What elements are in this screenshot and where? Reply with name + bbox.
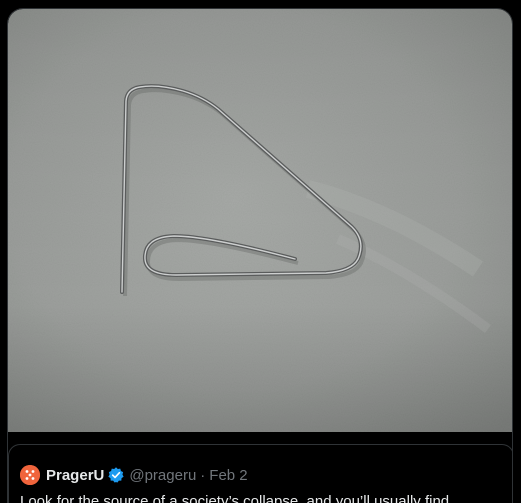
prageru-logo-icon (20, 465, 40, 485)
post-photo[interactable] (8, 9, 512, 432)
post-date[interactable]: Feb 2 (209, 467, 247, 484)
avatar[interactable] (20, 465, 40, 485)
quoted-post-card[interactable]: PragerU @prageru · Feb 2 Look for the so… (8, 444, 512, 503)
author-handle[interactable]: @prageru (129, 467, 196, 484)
post-media-frame: PragerU @prageru · Feb 2 Look for the so… (7, 8, 513, 503)
verified-badge-icon (108, 467, 124, 483)
quoted-post-text: Look for the source of a society’s colla… (20, 493, 465, 503)
separator-dot: · (200, 466, 206, 484)
paperclip-photo (8, 9, 512, 432)
author-name[interactable]: PragerU (46, 467, 104, 484)
quoted-post-header: PragerU @prageru · Feb 2 (20, 465, 248, 485)
